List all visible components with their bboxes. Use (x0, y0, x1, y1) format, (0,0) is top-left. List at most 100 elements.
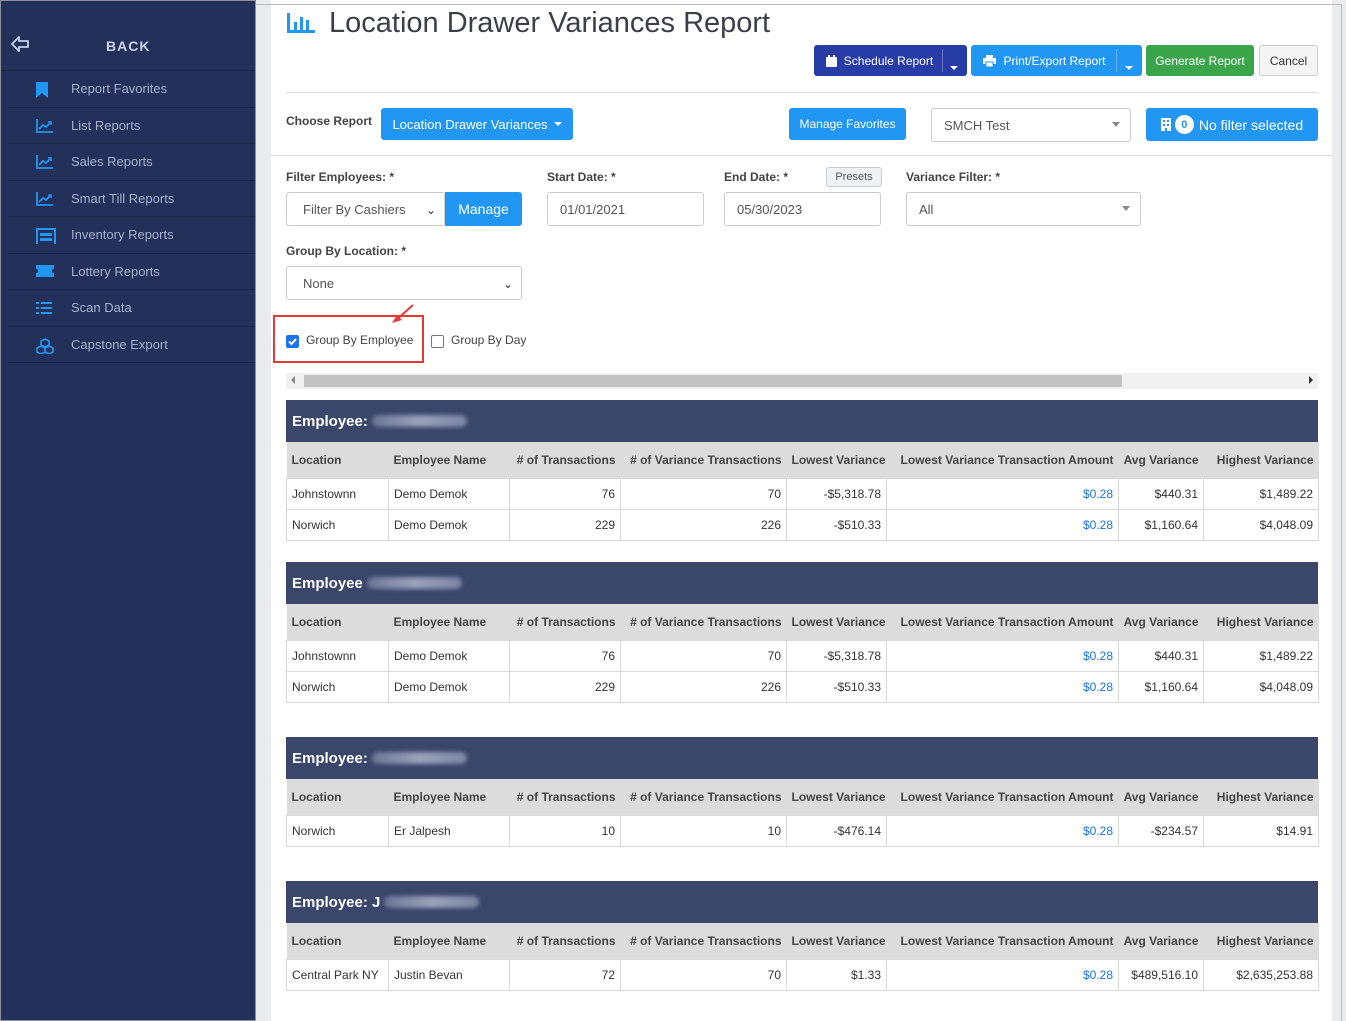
column-header[interactable]: Employee Name (389, 923, 510, 959)
column-header[interactable]: Lowest Variance Transaction Amount (887, 604, 1119, 640)
main-panel: Location Drawer Variances Report Schedul… (271, 0, 1332, 1021)
start-date-input[interactable]: 01/01/2021 (547, 192, 704, 226)
cell-location: Central Park NY (286, 958, 389, 991)
column-header[interactable]: Highest Variance (1204, 604, 1319, 640)
schedule-report-label: Schedule Report (843, 53, 934, 68)
column-header[interactable]: Avg Variance (1119, 923, 1204, 959)
table-row: Norwich Demo Demok 229 226 -$510.33 $0.28 $1,1… (286, 670, 1319, 703)
column-header[interactable]: # of Variance Transactions (621, 442, 787, 478)
group-by-day-label[interactable]: Group By Day (451, 333, 526, 347)
group-by-employee-label[interactable]: Group By Employee (306, 333, 413, 347)
schedule-report-button[interactable]: Schedule Report (814, 45, 967, 76)
chevron-down-icon[interactable] (1125, 59, 1133, 73)
presets-button[interactable]: Presets (826, 167, 882, 187)
generate-report-button[interactable]: Generate Report (1146, 45, 1254, 76)
column-header[interactable]: Lowest Variance (787, 604, 887, 640)
manage-employees-button[interactable]: Manage (445, 192, 522, 226)
column-header[interactable]: Highest Variance (1204, 779, 1319, 815)
column-header[interactable]: Lowest Variance (787, 923, 887, 959)
column-header[interactable]: Lowest Variance (787, 442, 887, 478)
variance-table: Location Employee Name # of Transactions # … (286, 923, 1319, 991)
cell-location: Norwich (286, 814, 389, 847)
cell-highest: $14.91 (1203, 814, 1319, 847)
cell-lowest-amount[interactable]: $0.28 (886, 639, 1119, 672)
column-header[interactable]: # of Variance Transactions (621, 604, 787, 640)
column-header[interactable]: Location (287, 604, 389, 640)
sidebar-item-lottery-reports[interactable]: Lottery Reports (8, 254, 255, 290)
calendar-icon (825, 54, 837, 67)
choose-report-label: Choose Report (286, 114, 373, 128)
employee-group-title: Employee: (292, 412, 368, 430)
column-header[interactable]: Location (287, 442, 389, 478)
column-header[interactable]: Employee Name (389, 442, 510, 478)
column-header[interactable]: # of Variance Transactions (621, 779, 787, 815)
column-header[interactable]: Avg Variance (1119, 442, 1204, 478)
sidebar-item-scan-data[interactable]: Scan Data (8, 290, 255, 327)
cell-variance-transactions: 70 (620, 958, 787, 991)
sidebar-item-sales-reports[interactable]: Sales Reports (8, 144, 255, 181)
column-header[interactable]: Lowest Variance (787, 779, 887, 815)
cell-avg: $1,160.64 (1118, 508, 1204, 541)
cell-lowest-amount[interactable]: $0.28 (886, 814, 1119, 847)
cell-lowest-amount[interactable]: $0.28 (886, 670, 1119, 703)
column-header[interactable]: Highest Variance (1204, 923, 1319, 959)
column-header[interactable]: Avg Variance (1119, 604, 1204, 640)
sidebar-item-capstone-export[interactable]: Capstone Export (8, 327, 255, 363)
column-header[interactable]: # of Transactions (510, 604, 621, 640)
column-header[interactable]: Location (287, 779, 389, 815)
back-button[interactable]: BACK (1, 1, 255, 71)
cancel-button[interactable]: Cancel (1259, 45, 1318, 76)
cell-highest: $1,489.22 (1203, 639, 1319, 672)
column-header[interactable]: # of Transactions (510, 442, 621, 478)
scrollbar-thumb[interactable] (304, 375, 1122, 387)
cell-lowest-amount[interactable]: $0.28 (886, 508, 1119, 541)
cell-lowest: -$5,318.78 (786, 477, 887, 510)
cell-highest: $1,489.22 (1203, 477, 1319, 510)
sidebar-item-smart-till-reports[interactable]: Smart Till Reports (8, 181, 255, 217)
cell-lowest-amount[interactable]: $0.28 (886, 477, 1119, 510)
column-header[interactable]: # of Transactions (510, 923, 621, 959)
group-by-employee-checkbox[interactable] (286, 335, 299, 348)
column-header[interactable]: Lowest Variance Transaction Amount (887, 923, 1119, 959)
store-select[interactable]: SMCH Test (931, 108, 1131, 142)
end-date-input[interactable]: 05/30/2023 (724, 192, 881, 226)
bar-chart-icon (286, 11, 316, 38)
scroll-left-icon[interactable] (291, 376, 295, 384)
chart-line-icon (36, 191, 54, 208)
column-header[interactable]: Lowest Variance Transaction Amount (887, 442, 1119, 478)
ticket-icon (36, 264, 54, 281)
table-header-row: Location Employee Name # of Transactions # … (286, 442, 1319, 478)
column-header[interactable]: Employee Name (389, 604, 510, 640)
chevron-down-icon[interactable] (950, 59, 958, 73)
filter-employees-select[interactable]: Filter By Cashiers ⌄ (286, 192, 445, 226)
cell-variance-transactions: 10 (620, 814, 787, 847)
manage-favorites-button[interactable]: Manage Favorites (789, 108, 906, 140)
group-by-day-checkbox[interactable] (431, 335, 444, 348)
sidebar-item-report-favorites[interactable]: Report Favorites (8, 71, 255, 108)
column-header[interactable]: Highest Variance (1204, 442, 1319, 478)
horizontal-scrollbar[interactable] (286, 373, 1318, 389)
column-header[interactable]: # of Variance Transactions (621, 923, 787, 959)
column-header[interactable]: # of Transactions (510, 779, 621, 815)
list-icon (36, 301, 54, 317)
redacted-name (366, 577, 462, 589)
scroll-right-icon[interactable] (1309, 376, 1313, 384)
cubes-icon (36, 337, 54, 355)
sidebar-item-label: Lottery Reports (71, 263, 160, 279)
choose-report-dropdown[interactable]: Location Drawer Variances (381, 108, 573, 140)
variance-table: Location Employee Name # of Transactions # … (286, 442, 1319, 541)
variance-filter-select[interactable]: All (906, 192, 1141, 226)
sidebar-item-inventory-reports[interactable]: Inventory Reports (8, 217, 255, 254)
column-header[interactable]: Avg Variance (1119, 779, 1204, 815)
column-header[interactable]: Lowest Variance Transaction Amount (887, 779, 1119, 815)
sidebar-item-list-reports[interactable]: List Reports (8, 108, 255, 144)
print-export-button[interactable]: Print/Export Report (971, 45, 1142, 76)
arrow-left-icon (11, 36, 29, 55)
cell-lowest-amount[interactable]: $0.28 (886, 958, 1119, 991)
filter-button[interactable]: 0 No filter selected (1146, 108, 1318, 141)
column-header[interactable]: Location (287, 923, 389, 959)
group-location-select[interactable]: None ⌄ (286, 266, 522, 300)
cell-avg: $440.31 (1118, 639, 1204, 672)
chevron-down-icon: ⌄ (425, 203, 436, 217)
column-header[interactable]: Employee Name (389, 779, 510, 815)
